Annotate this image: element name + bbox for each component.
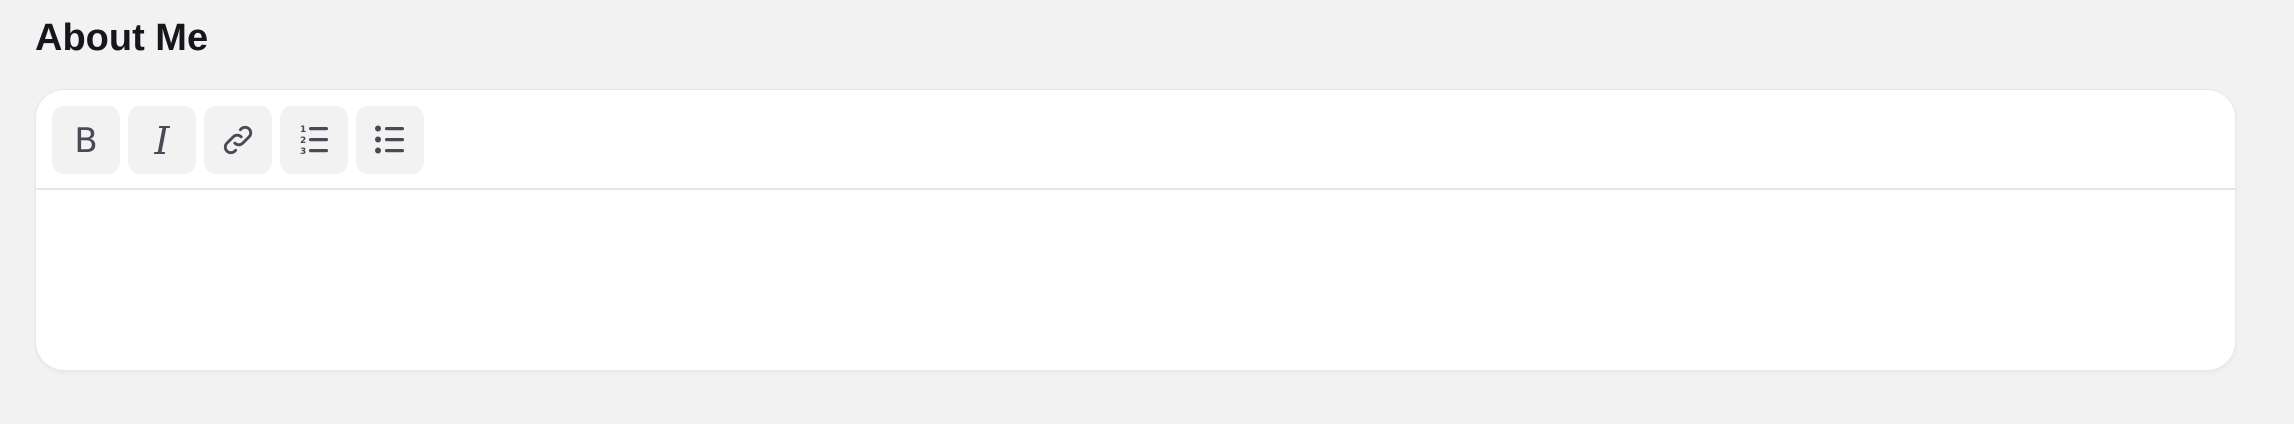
italic-icon: I: [145, 121, 179, 159]
link-button[interactable]: [204, 106, 272, 174]
svg-text:1: 1: [300, 125, 306, 135]
svg-text:3: 3: [300, 147, 306, 157]
bullet-list-icon: [372, 122, 408, 158]
editor-toolbar: B I 1 2 3: [36, 90, 2235, 190]
ordered-list-button[interactable]: 1 2 3: [280, 106, 348, 174]
bullet-list-button[interactable]: [356, 106, 424, 174]
bold-icon: B: [69, 123, 103, 157]
svg-text:I: I: [153, 121, 170, 159]
svg-text:2: 2: [300, 136, 306, 146]
rich-text-editor: B I 1 2 3: [36, 90, 2235, 370]
ordered-list-icon: 1 2 3: [296, 122, 332, 158]
bold-button[interactable]: B: [52, 106, 120, 174]
svg-text:B: B: [74, 123, 97, 157]
page-title: About Me: [35, 17, 209, 59]
italic-button[interactable]: I: [128, 106, 196, 174]
link-icon: [219, 121, 257, 159]
editor-content-area[interactable]: [36, 190, 2235, 370]
